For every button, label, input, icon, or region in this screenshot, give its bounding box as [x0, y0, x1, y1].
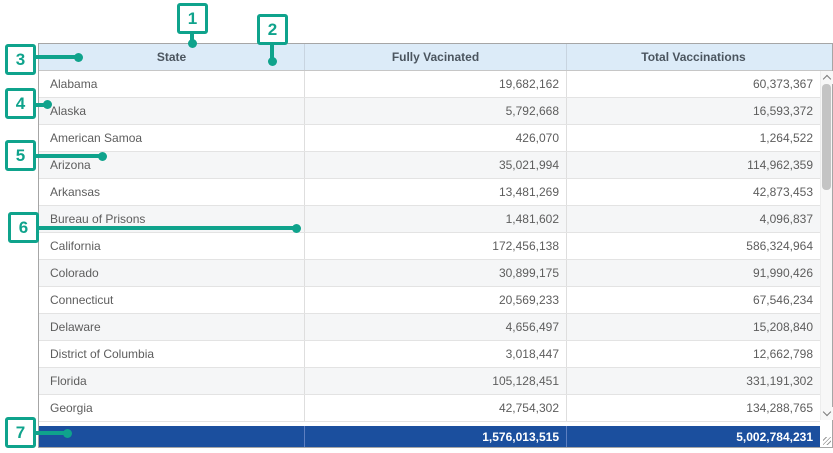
summary-state-cell — [39, 426, 304, 447]
fully-vacinated-cell: 3,018,447 — [304, 341, 566, 367]
state-cell: Colorado — [39, 260, 304, 286]
table-row[interactable]: District of Columbia3,018,44712,662,798 — [39, 341, 820, 368]
callout-dot — [63, 429, 72, 438]
chevron-up-icon — [823, 75, 831, 83]
state-cell: District of Columbia — [39, 341, 304, 367]
state-cell: Florida — [39, 368, 304, 394]
vertical-scrollbar[interactable] — [820, 71, 832, 420]
scrollbar-thumb[interactable] — [822, 84, 831, 190]
fully-vacinated-cell: 13,481,269 — [304, 179, 566, 205]
summary-total-vaccinations-cell: 5,002,784,231 — [566, 426, 820, 447]
state-cell: Arkansas — [39, 179, 304, 205]
callout-number: 6 — [19, 219, 28, 236]
table-row[interactable]: American Samoa426,0701,264,522 — [39, 125, 820, 152]
table-body: Alabama19,682,16260,373,367Alaska5,792,6… — [39, 71, 820, 422]
total-vaccinations-cell: 91,990,426 — [566, 260, 820, 286]
callout-box: 7 — [5, 417, 36, 448]
callout-box: 4 — [5, 88, 36, 119]
state-cell: Alaska — [39, 98, 304, 124]
column-header-total-vaccinations[interactable]: Total Vaccinations — [566, 44, 820, 70]
total-vaccinations-cell: 114,962,359 — [566, 152, 820, 178]
total-vaccinations-cell: 586,324,964 — [566, 233, 820, 259]
callout-connector — [34, 431, 65, 435]
total-vaccinations-cell: 67,546,234 — [566, 287, 820, 313]
table-row[interactable]: Florida105,128,451331,191,302 — [39, 368, 820, 395]
total-vaccinations-cell: 60,373,367 — [566, 71, 820, 97]
fully-vacinated-cell: 30,899,175 — [304, 260, 566, 286]
callout-connector — [34, 154, 100, 158]
table-row[interactable]: Arkansas13,481,26942,873,453 — [39, 179, 820, 206]
callout-number: 3 — [16, 51, 25, 68]
state-cell: American Samoa — [39, 125, 304, 151]
callout-dot — [98, 152, 107, 161]
fully-vacinated-cell: 172,456,138 — [304, 233, 566, 259]
fully-vacinated-cell: 19,682,162 — [304, 71, 566, 97]
total-vaccinations-cell: 134,288,765 — [566, 395, 820, 421]
state-cell: Georgia — [39, 395, 304, 421]
total-vaccinations-cell: 4,096,837 — [566, 206, 820, 232]
callout-number: 4 — [16, 95, 25, 112]
callout-connector — [37, 226, 294, 230]
resize-grip[interactable] — [823, 437, 831, 445]
total-vaccinations-cell: 12,662,798 — [566, 341, 820, 367]
fully-vacinated-cell: 35,021,994 — [304, 152, 566, 178]
callout-number: 1 — [188, 10, 197, 27]
callout-box: 6 — [8, 212, 39, 243]
page: State Fully Vacinated Total Vaccinations… — [0, 0, 833, 453]
vaccinations-table: State Fully Vacinated Total Vaccinations… — [38, 43, 833, 448]
scroll-up-button[interactable] — [821, 71, 833, 84]
table-row[interactable]: Alabama19,682,16260,373,367 — [39, 71, 820, 98]
state-cell: Alabama — [39, 71, 304, 97]
total-vaccinations-cell: 331,191,302 — [566, 368, 820, 394]
table-row[interactable]: Colorado30,899,17591,990,426 — [39, 260, 820, 287]
total-vaccinations-cell: 42,873,453 — [566, 179, 820, 205]
fully-vacinated-cell: 426,070 — [304, 125, 566, 151]
callout-number: 7 — [16, 424, 25, 441]
fully-vacinated-cell: 5,792,668 — [304, 98, 566, 124]
scroll-down-button[interactable] — [821, 407, 833, 420]
table-row[interactable]: Arizona35,021,994114,962,359 — [39, 152, 820, 179]
fully-vacinated-cell: 20,569,233 — [304, 287, 566, 313]
summary-fully-vacinated-cell: 1,576,013,515 — [304, 426, 566, 447]
total-vaccinations-cell: 15,208,840 — [566, 314, 820, 340]
callout-dot — [43, 100, 52, 109]
fully-vacinated-cell: 42,754,302 — [304, 395, 566, 421]
callout-box: 5 — [5, 140, 36, 171]
header-filler — [820, 44, 832, 70]
table-row[interactable]: Georgia42,754,302134,288,765 — [39, 395, 820, 422]
callout-dot — [188, 39, 197, 48]
callout-dot — [74, 53, 83, 62]
fully-vacinated-cell: 105,128,451 — [304, 368, 566, 394]
chevron-down-icon — [823, 408, 831, 416]
fully-vacinated-cell: 4,656,497 — [304, 314, 566, 340]
callout-box: 3 — [5, 44, 36, 75]
table-row[interactable]: Connecticut20,569,23367,546,234 — [39, 287, 820, 314]
table-row[interactable]: Alaska5,792,66816,593,372 — [39, 98, 820, 125]
table-header-row: State Fully Vacinated Total Vaccinations — [39, 44, 832, 71]
callout-box: 2 — [257, 14, 288, 45]
summary-row: 1,576,013,515 5,002,784,231 — [39, 426, 820, 447]
state-cell: Connecticut — [39, 287, 304, 313]
callout-dot — [268, 57, 277, 66]
state-cell: California — [39, 233, 304, 259]
callout-number: 2 — [268, 21, 277, 38]
callout-number: 5 — [16, 147, 25, 164]
column-header-fully-vacinated[interactable]: Fully Vacinated — [304, 44, 566, 70]
callout-box: 1 — [177, 3, 208, 34]
total-vaccinations-cell: 16,593,372 — [566, 98, 820, 124]
callout-dot — [292, 224, 301, 233]
state-cell: Delaware — [39, 314, 304, 340]
total-vaccinations-cell: 1,264,522 — [566, 125, 820, 151]
callout-connector — [34, 55, 79, 59]
table-row[interactable]: California172,456,138586,324,964 — [39, 233, 820, 260]
fully-vacinated-cell: 1,481,602 — [304, 206, 566, 232]
table-row[interactable]: Delaware4,656,49715,208,840 — [39, 314, 820, 341]
